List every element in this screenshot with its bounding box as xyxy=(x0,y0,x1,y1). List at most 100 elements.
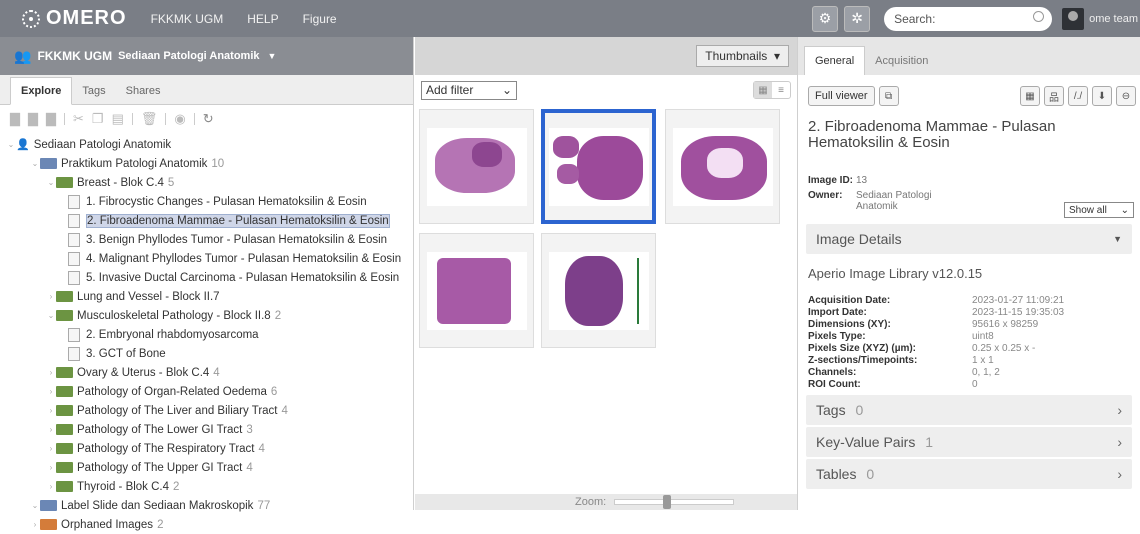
tree-node-label[interactable]: Breast - Blok C.4 xyxy=(77,177,164,189)
expand-arrow-icon[interactable]: ⌄ xyxy=(30,501,40,510)
list-view-icon[interactable]: ≡ xyxy=(772,82,790,98)
nav-help[interactable]: HELP xyxy=(247,12,278,26)
delete-icon[interactable]: 🗑 xyxy=(141,111,158,127)
expand-arrow-icon[interactable]: › xyxy=(46,292,56,301)
thumbnail-4[interactable] xyxy=(419,233,534,348)
group-name[interactable]: FKKMK UGM xyxy=(37,49,112,63)
refresh-icon[interactable]: ↻ xyxy=(203,111,214,127)
tree-node-label[interactable]: 3. Benign Phyllodes Tumor - Pulasan Hema… xyxy=(86,234,387,246)
expand-arrow-icon[interactable]: › xyxy=(46,482,56,491)
tree-node[interactable]: 3. GCT of Bone xyxy=(0,344,413,363)
zoom-slider-handle[interactable] xyxy=(663,495,672,509)
tree-node[interactable]: › Ovary & Uterus - Blok C.4 4 xyxy=(0,363,413,382)
view-mode-select[interactable]: Thumbnails ▾ xyxy=(696,45,789,67)
tree-node-label[interactable]: Lung and Vessel - Block II.7 xyxy=(77,291,220,303)
grid-view-icon[interactable]: ▦ xyxy=(754,82,772,98)
chevron-down-icon[interactable]: ▼ xyxy=(268,51,277,61)
tree-node-label[interactable]: Praktikum Patologi Anatomik xyxy=(61,158,207,170)
tree-node[interactable]: 2. Embryonal rhabdomyosarcoma xyxy=(0,325,413,344)
tree-node[interactable]: 3. Benign Phyllodes Tumor - Pulasan Hema… xyxy=(0,230,413,249)
add-filter-select[interactable]: Add filter ⌄ xyxy=(421,80,517,100)
tree-node[interactable]: 1. Fibrocystic Changes - Pulasan Hematok… xyxy=(0,192,413,211)
new-project-icon[interactable]: ▇ xyxy=(10,111,20,127)
tree-node-label[interactable]: 5. Invasive Ductal Carcinoma - Pulasan H… xyxy=(86,272,399,284)
tree-node-label[interactable]: 4. Malignant Phyllodes Tumor - Pulasan H… xyxy=(86,253,401,265)
tree-node[interactable]: › Pathology of Organ-Related Oedema 6 xyxy=(0,382,413,401)
tree-node[interactable]: › Pathology of The Lower GI Tract 3 xyxy=(0,420,413,439)
path-icon[interactable]: /./ xyxy=(1068,86,1088,106)
thumbnail-5[interactable] xyxy=(541,233,656,348)
copy-icon[interactable]: ❐ xyxy=(92,111,104,127)
user-name[interactable]: ome team xyxy=(1089,13,1138,25)
tree-node-label[interactable]: Sediaan Patologi Anatomik xyxy=(34,139,171,151)
tree-node[interactable]: › Thyroid - Blok C.4 2 xyxy=(0,477,413,496)
image-details-section[interactable]: Image Details ▼ xyxy=(806,224,1132,254)
zoom-slider[interactable] xyxy=(614,495,735,509)
scripts-icon[interactable]: ⚙ xyxy=(812,5,839,32)
tree-node-label[interactable]: 3. GCT of Bone xyxy=(86,348,166,360)
tree-node-label[interactable]: 1. Fibrocystic Changes - Pulasan Hematok… xyxy=(86,196,367,208)
import-icon[interactable]: ◉ xyxy=(174,111,185,127)
user-view-name[interactable]: Sediaan Patologi Anatomik xyxy=(118,50,259,62)
expand-arrow-icon[interactable]: › xyxy=(46,463,56,472)
user-avatar[interactable] xyxy=(1062,7,1085,30)
tab-explore[interactable]: Explore xyxy=(10,77,73,105)
tree-node-label[interactable]: 2. Embryonal rhabdomyosarcoma xyxy=(86,329,259,341)
expand-arrow-icon[interactable]: › xyxy=(46,425,56,434)
tab-shares[interactable]: Shares xyxy=(116,78,171,104)
tree-node[interactable]: 5. Invasive Ductal Carcinoma - Pulasan H… xyxy=(0,268,413,287)
expand-arrow-icon[interactable]: ⌄ xyxy=(6,140,16,149)
expand-arrow-icon[interactable]: › xyxy=(46,444,56,453)
download-icon[interactable]: ⬇ xyxy=(1092,86,1112,106)
group-switcher[interactable]: 👥 FKKMK UGM Sediaan Patologi Anatomik ▼ xyxy=(0,37,413,75)
new-dataset-icon[interactable]: ▇ xyxy=(28,111,38,127)
tree-node[interactable]: › Orphaned Images 2 xyxy=(0,515,413,534)
tree-node[interactable]: › Pathology of The Liver and Biliary Trac… xyxy=(0,401,413,420)
expand-arrow-icon[interactable]: ⌄ xyxy=(46,311,56,320)
tree-node-label[interactable]: Ovary & Uterus - Blok C.4 xyxy=(77,367,209,379)
new-screen-icon[interactable]: ▇ xyxy=(46,111,56,127)
grid-icon[interactable]: ▦ xyxy=(1020,86,1040,106)
nav-fkkmk[interactable]: FKKMK UGM xyxy=(151,12,224,26)
tree-node-label[interactable]: Orphaned Images xyxy=(61,519,153,531)
tree-node-label[interactable]: Pathology of Organ-Related Oedema xyxy=(77,386,267,398)
tab-tags[interactable]: Tags xyxy=(72,78,115,104)
hierarchy-icon[interactable]: 品 xyxy=(1044,86,1064,106)
paste-icon[interactable]: ▤ xyxy=(112,111,124,127)
section-tags[interactable]: Tags 0 › xyxy=(806,395,1132,425)
expand-arrow-icon[interactable]: › xyxy=(46,406,56,415)
expand-arrow-icon[interactable]: › xyxy=(46,387,56,396)
tree-node[interactable]: › Lung and Vessel - Block II.7 xyxy=(0,287,413,306)
tree-node-label[interactable]: Thyroid - Blok C.4 xyxy=(77,481,169,493)
expand-arrow-icon[interactable]: ⌄ xyxy=(30,159,40,168)
omero-logo[interactable]: OMERO xyxy=(22,7,127,30)
show-all-select[interactable]: Show all ⌄ xyxy=(1064,202,1134,218)
tree-node[interactable]: 4. Malignant Phyllodes Tumor - Pulasan H… xyxy=(0,249,413,268)
tree-node[interactable]: ⌄ 👤 Sediaan Patologi Anatomik xyxy=(0,135,413,154)
thumbnail-2-selected[interactable] xyxy=(541,109,656,224)
tab-general[interactable]: General xyxy=(804,46,866,75)
activities-icon[interactable]: ✲ xyxy=(844,5,871,32)
search-input[interactable]: Search: xyxy=(884,6,1053,31)
tree-node-label[interactable]: 2. Fibroadenoma Mammae - Pulasan Hematok… xyxy=(86,213,390,228)
tree-node-label[interactable]: Musculoskeletal Pathology - Block II.8 xyxy=(77,310,271,322)
tree-node-label[interactable]: Pathology of The Lower GI Tract xyxy=(77,424,242,436)
tree-node-label[interactable]: Pathology of The Upper GI Tract xyxy=(77,462,242,474)
thumbnail-3[interactable] xyxy=(665,109,780,224)
cut-icon[interactable]: ✂ xyxy=(73,111,84,127)
open-with-icon[interactable]: ⧉ xyxy=(878,86,899,106)
expand-arrow-icon[interactable]: ⌄ xyxy=(46,178,56,187)
tree-node[interactable]: ⌄ Breast - Blok C.4 5 xyxy=(0,173,413,192)
tree-node-label[interactable]: Pathology of The Respiratory Tract xyxy=(77,443,255,455)
tree-node[interactable]: ⌄ Praktikum Patologi Anatomik 10 xyxy=(0,154,413,173)
section-tables[interactable]: Tables 0 › xyxy=(806,459,1132,489)
tree-node-label[interactable]: Pathology of The Liver and Biliary Tract xyxy=(77,405,278,417)
search-icon[interactable] xyxy=(1033,10,1045,22)
tree-node[interactable]: ⌄ Label Slide dan Sediaan Makroskopik 77 xyxy=(0,496,413,515)
tree-node[interactable]: ⌄ Musculoskeletal Pathology - Block II.8 2 xyxy=(0,306,413,325)
expand-arrow-icon[interactable]: › xyxy=(46,368,56,377)
tree-node[interactable]: 2. Fibroadenoma Mammae - Pulasan Hematok… xyxy=(0,211,413,230)
nav-figure[interactable]: Figure xyxy=(303,12,337,26)
link-icon[interactable]: ⊖ xyxy=(1116,86,1136,106)
full-viewer-button[interactable]: Full viewer xyxy=(808,86,875,106)
